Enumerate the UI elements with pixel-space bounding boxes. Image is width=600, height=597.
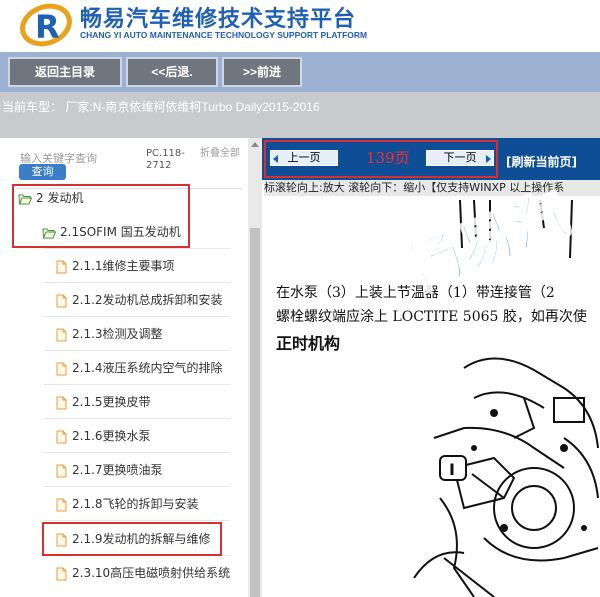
search-button[interactable]: 查询 xyxy=(19,164,66,180)
tree-item[interactable]: 2.1.3检测及调整 xyxy=(54,324,163,344)
tree-item[interactable]: 2.1.7更换喷油泵 xyxy=(54,460,163,480)
tree-divider xyxy=(44,248,230,249)
document-icon xyxy=(56,430,67,443)
tree-item-label: 2.1.4液压系统内空气的排除 xyxy=(72,361,223,375)
document-icon xyxy=(56,260,67,273)
tree-divider xyxy=(44,384,230,385)
tree-divider xyxy=(44,350,230,351)
tree-divider xyxy=(44,452,230,453)
tree-item-label: 2.1.3检测及调整 xyxy=(72,327,163,341)
doc-paragraph-line-2: 螺栓螺纹端应涂上 LOCTITE 5065 胶，如再次使 xyxy=(276,309,587,325)
header: R 畅易汽车维修技术支持平台 CHANG YI AUTO MAINTENANCE… xyxy=(0,0,600,52)
tree-divider xyxy=(44,418,230,419)
tree-item-label: 2.1.2发动机总成拆卸和安装 xyxy=(72,293,223,307)
logo-icon: R xyxy=(20,3,72,47)
pc-code: PC.118-2712 xyxy=(146,148,185,171)
vehicle-info-bar: 当前车型： 厂家:N-南京依维柯依维柯Turbo Daily2015-2016 xyxy=(0,92,600,138)
tree-divider xyxy=(44,282,230,283)
app-subtitle: CHANG YI AUTO MAINTENANCE TECHNOLOGY SUP… xyxy=(80,30,368,40)
svg-text:R: R xyxy=(35,8,60,46)
tree-item[interactable]: 2.3.10高压电磁喷射供给系统 xyxy=(54,563,230,583)
tree-item[interactable]: 2.1.5更换皮带 xyxy=(54,392,151,412)
highlight-box-selected xyxy=(42,522,222,556)
tree-item[interactable]: 2.1.2发动机总成拆卸和安装 xyxy=(54,290,223,310)
callout-label: I xyxy=(449,460,455,479)
highlight-box-engine xyxy=(12,184,190,248)
home-button[interactable]: 返回主目录 xyxy=(8,57,122,87)
document-icon xyxy=(56,498,67,511)
tree-divider xyxy=(44,486,230,487)
tree-item[interactable]: 2.1.1维修主要事项 xyxy=(54,256,175,276)
highlight-box-pager xyxy=(264,140,498,178)
scroll-up-arrow-icon[interactable] xyxy=(251,142,259,147)
tree-item[interactable]: 2.1.8飞轮的拆卸与安装 xyxy=(54,494,199,514)
document-icon xyxy=(56,362,67,375)
tree-item-label: 2.1.1维修主要事项 xyxy=(72,259,175,273)
tree-item[interactable]: 2.1.6更换水泵 xyxy=(54,426,151,446)
tree-item-label: 2.1.5更换皮带 xyxy=(72,395,151,409)
nav-bar: 返回主目录 <<后退. >>前进 xyxy=(0,52,600,92)
back-button[interactable]: <<后退. xyxy=(126,57,218,87)
tree-item-label: 2.1.6更换水泵 xyxy=(72,429,151,443)
tree-item[interactable]: 2.1.4液压系统内空气的排除 xyxy=(54,358,223,378)
forward-button[interactable]: >>前进 xyxy=(222,57,302,87)
tree-item-label: 2.1.7更换喷油泵 xyxy=(72,463,163,477)
collapse-all-button[interactable]: 折叠全部 xyxy=(200,148,240,160)
document-icon xyxy=(56,294,67,307)
tree-divider xyxy=(44,316,230,317)
app-title: 畅易汽车维修技术支持平台 xyxy=(80,6,357,32)
refresh-page-link[interactable]: [刷新当前页] xyxy=(506,153,577,170)
tree-divider xyxy=(44,520,230,521)
document-icon xyxy=(56,464,67,477)
document-icon xyxy=(56,396,67,409)
tree-item-label: 2.1.8飞轮的拆卸与安装 xyxy=(72,497,199,511)
current-model-text: 当前车型： 厂家:N-南京依维柯依维柯Turbo Daily2015-2016 xyxy=(2,100,320,114)
tree-item-label: 2.3.10高压电磁喷射供给系统 xyxy=(72,566,231,580)
scrollbar-thumb[interactable] xyxy=(250,228,260,597)
document-icon xyxy=(56,328,67,341)
doc-heading: 正时机构 xyxy=(276,334,341,353)
document-icon xyxy=(56,567,67,580)
